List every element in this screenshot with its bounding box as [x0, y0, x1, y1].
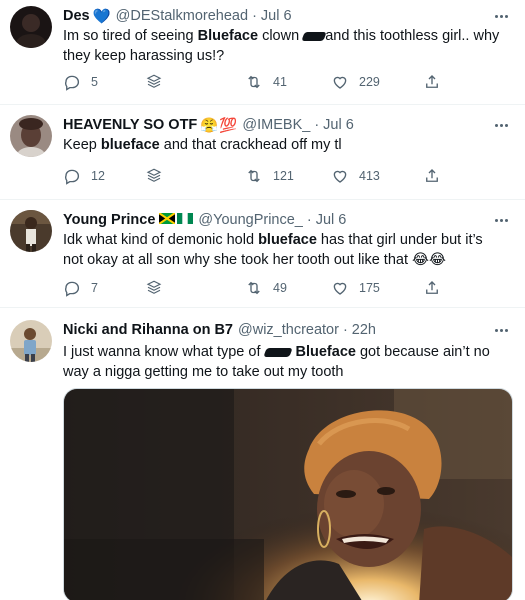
retweet-button[interactable]: 121 — [245, 166, 294, 186]
tweet-des[interactable]: Des 💙 @DEStalkmorehead · Jul 6 Im so tir… — [0, 0, 525, 105]
retweet-count: 41 — [273, 75, 287, 89]
share-icon — [426, 75, 438, 88]
retweet-button[interactable]: 41 — [245, 72, 287, 92]
separator: · — [314, 117, 320, 133]
reply-count: 12 — [91, 169, 105, 183]
like-count: 175 — [359, 281, 380, 295]
stack-button[interactable] — [145, 166, 163, 186]
user-handle[interactable]: @IMEBK_ — [242, 117, 310, 133]
share-button[interactable] — [423, 166, 441, 186]
user-handle[interactable]: @wiz_thcreator — [238, 322, 339, 338]
display-name[interactable]: Young Prince — [63, 212, 155, 228]
avatar[interactable] — [10, 210, 52, 252]
reply-count: 7 — [91, 281, 98, 295]
heart-icon — [333, 282, 347, 295]
user-handle[interactable]: @YoungPrince_ — [198, 212, 302, 228]
reply-icon — [65, 281, 80, 297]
stack-icon — [146, 280, 162, 294]
tweet-actions: 5 41 229 — [63, 72, 525, 92]
retweet-icon — [248, 281, 260, 295]
share-button[interactable] — [423, 278, 441, 298]
tweet-header: HEAVENLY SO OTF 😤 💯 @IMEBK_ · Jul 6 — [63, 115, 489, 135]
jamaica-flag-icon — [158, 212, 176, 228]
share-icon — [426, 169, 438, 182]
reply-button[interactable]: 12 — [63, 166, 105, 186]
more-options-icon[interactable] — [491, 117, 511, 133]
retweet-button[interactable]: 49 — [245, 278, 287, 298]
retweet-icon — [248, 75, 260, 89]
retweet-count: 121 — [273, 169, 294, 183]
tweet-text: Im so tired of seeing Blueface clown and… — [63, 28, 500, 64]
tweet-media-image[interactable] — [63, 388, 513, 600]
tweet-heavenly[interactable]: HEAVENLY SO OTF 😤 💯 @IMEBK_ · Jul 6 Keep… — [0, 105, 525, 200]
more-options-icon[interactable] — [491, 212, 511, 228]
stack-icon — [146, 74, 162, 88]
reply-icon — [65, 75, 80, 91]
stack-button[interactable] — [145, 72, 163, 92]
reply-icon — [65, 169, 80, 185]
tweet-text: Keep blueface and that crackhead off my … — [63, 137, 342, 153]
highlight: blueface — [258, 232, 317, 248]
retweet-icon — [248, 169, 260, 183]
stack-icon — [146, 168, 162, 182]
display-name[interactable]: Nicki and Rihanna on B7 — [63, 322, 233, 338]
share-icon — [426, 281, 438, 294]
retweet-count: 49 — [273, 281, 287, 295]
highlight: Blueface — [295, 344, 356, 360]
stack-button[interactable] — [145, 278, 163, 298]
tweet-text: I just wanna know what type of Blueface … — [63, 344, 490, 380]
highlight: Blueface — [197, 28, 259, 44]
nigeria-flag-icon — [177, 212, 194, 228]
tweet-header: Young Prince @YoungPrince_ · Jul 6 — [63, 210, 489, 230]
more-options-icon[interactable] — [491, 322, 511, 338]
like-count: 413 — [359, 169, 380, 183]
tweet-text: Idk what kind of demonic hold blueface h… — [63, 232, 483, 268]
steam-face-icon: 😤 — [200, 117, 219, 134]
reply-button[interactable]: 5 — [63, 72, 98, 92]
share-button[interactable] — [423, 72, 441, 92]
tweet-young-prince[interactable]: Young Prince @YoungPrince_ · Jul 6 Idk w… — [0, 200, 525, 308]
like-button[interactable]: 175 — [331, 278, 380, 298]
separator: · — [252, 8, 257, 24]
hundred-points-icon: 💯 — [219, 117, 238, 134]
avatar[interactable] — [10, 6, 52, 48]
heart-icon — [333, 170, 347, 183]
like-button[interactable]: 413 — [331, 166, 380, 186]
reply-button[interactable]: 7 — [63, 278, 98, 298]
reply-count: 5 — [91, 75, 98, 89]
separator: · — [342, 322, 348, 338]
tweet-actions: 12 121 413 — [63, 166, 525, 186]
like-button[interactable]: 229 — [331, 72, 380, 92]
avatar[interactable] — [10, 320, 52, 362]
highlight: blueface — [100, 137, 160, 153]
media-photo — [64, 389, 512, 600]
timestamp[interactable]: Jul 6 — [323, 117, 354, 133]
display-name[interactable]: HEAVENLY SO OTF — [63, 117, 197, 133]
timestamp[interactable]: Jul 6 — [316, 212, 347, 228]
timestamp[interactable]: 22h — [352, 322, 376, 338]
redaction-mark — [301, 31, 327, 41]
more-options-icon[interactable] — [491, 8, 511, 24]
separator: · — [306, 212, 312, 228]
display-name[interactable]: Des — [63, 8, 90, 24]
tweet-header: Nicki and Rihanna on B7 @wiz_thcreator ·… — [63, 320, 489, 340]
like-count: 229 — [359, 75, 380, 89]
user-handle[interactable]: @DEStalkmorehead — [116, 8, 248, 24]
blue-heart-icon: 💙 — [92, 8, 111, 25]
redaction-mark — [262, 347, 293, 357]
timestamp[interactable]: Jul 6 — [261, 8, 292, 24]
tweet-header: Des 💙 @DEStalkmorehead · Jul 6 — [63, 6, 489, 26]
heart-icon — [333, 76, 347, 89]
tweet-actions: 7 49 175 — [63, 278, 525, 298]
avatar[interactable] — [10, 115, 52, 157]
